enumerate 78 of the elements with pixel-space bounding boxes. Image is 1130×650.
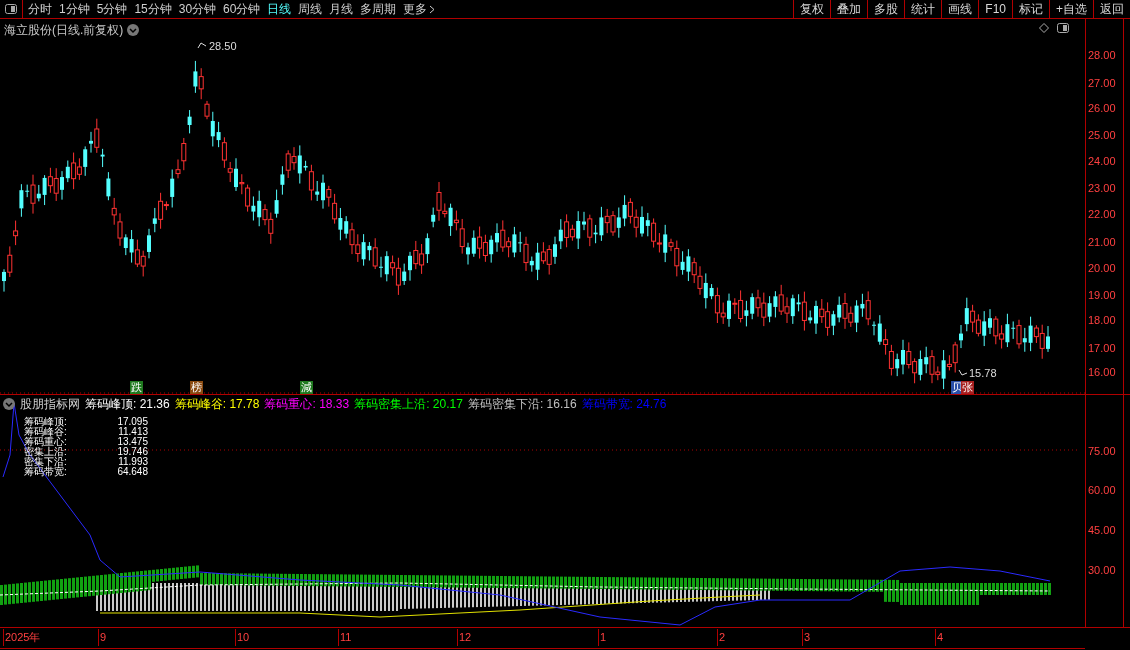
indicator-axis-label: 45.00 [1088,523,1116,538]
stat-value: 64.648 [116,467,148,477]
price-axis-label: 28.00 [1088,48,1116,63]
period-tab[interactable]: 月线 [329,0,354,18]
indicator-name: 股朋指标网 [20,397,80,411]
period-tab[interactable]: 15分钟 [134,0,172,18]
indicator-axis-label: 75.00 [1088,444,1116,459]
date-axis-label: 2025年 [3,629,41,646]
period-tab[interactable]: 30分钟 [178,0,217,18]
price-axis-label: 19.00 [1088,288,1116,303]
signal-marker: 张 [961,381,974,394]
date-axis-label: 1 [598,629,607,646]
date-axis-label: 2 [717,629,726,646]
stat-label: 密集下沿: [24,457,68,467]
toolbar-button[interactable]: 叠加 [830,0,868,18]
period-tab[interactable]: 60分钟 [223,0,261,18]
stat-label: 筹码重心: [24,437,68,447]
toolbar-button[interactable]: 复权 [793,0,831,18]
date-axis-label: 3 [802,629,811,646]
stat-value: 17.095 [116,417,148,427]
date-axis-label: 11 [338,629,352,646]
signal-marker: 跌 [130,381,143,394]
indicator-readout: 筹码峰谷: 17.78 [174,397,260,411]
stat-label: 筹码峰谷: [24,427,68,437]
indicator-axis-label: 30.00 [1088,563,1116,578]
price-axis-label: 23.00 [1088,181,1116,196]
price-axis-label: 25.00 [1088,128,1116,143]
date-axis-label: 12 [457,629,472,646]
diamond-icon[interactable] [1039,23,1049,33]
price-axis-label: 27.00 [1088,76,1116,91]
stat-value: 11.993 [117,457,148,467]
price-axis-label: 24.00 [1088,154,1116,169]
indicator-readout: 筹码重心: 18.33 [264,397,350,411]
price-axis-label: 20.00 [1088,261,1116,276]
date-axis-label: 4 [935,629,944,646]
period-tab[interactable]: 日线 [267,0,292,18]
toolbar-button[interactable]: +自选 [1049,0,1093,18]
toolbar-button[interactable]: 多股 [867,0,905,18]
toolbar-button[interactable]: 标记 [1012,0,1049,18]
period-tab[interactable]: 1分钟 [59,0,90,18]
low-price-label: 15.78 [969,367,997,379]
high-price-label: 28.50 [209,39,237,54]
toolbar-button[interactable]: F10 [978,0,1012,18]
toolbar-button[interactable]: 统计 [904,0,942,18]
price-axis-label: 18.00 [1088,313,1116,328]
stat-label: 筹码峰顶: [24,417,68,427]
period-tab[interactable]: 更多 [403,0,436,18]
price-axis-label: 26.00 [1088,101,1116,116]
chart-title: 海立股份(日线.前复权) [4,22,124,39]
date-axis-label: 9 [98,629,107,646]
indicator-readout: 筹码带宽: 24.76 [581,397,667,411]
indicator-readout: 筹码密集下沿: 16.16 [467,397,577,411]
period-tab[interactable]: 5分钟 [96,0,128,18]
stat-value: 11.413 [117,427,148,437]
indicator-readout: 筹码峰顶: 21.36 [85,397,170,411]
toolbar-button[interactable]: 返回 [1093,0,1130,18]
price-axis-label: 21.00 [1088,235,1116,250]
signal-marker: 減 [300,381,313,394]
price-axis-label: 22.00 [1088,207,1116,222]
signal-marker: 榜 [190,381,203,394]
period-tab[interactable]: 多周期 [360,0,397,18]
indicator-axis-label: 60.00 [1088,483,1116,498]
panel-toggle-icon[interactable] [1057,23,1069,33]
price-axis-label: 16.00 [1088,365,1116,380]
period-tab[interactable]: 分时 [28,0,52,18]
date-axis-label: 10 [235,629,250,646]
indicator-readout: 筹码密集上沿: 20.17 [354,397,463,411]
stat-value: 19.746 [116,447,148,457]
chevron-down-icon[interactable] [3,398,15,410]
panel-toggle-icon [5,4,17,14]
price-axis-label: 17.00 [1088,341,1116,356]
chevron-right-icon [429,4,436,14]
stat-label: 筹码带宽: [24,467,68,477]
stat-label: 密集上沿: [24,447,68,457]
toolbar-button[interactable]: 画线 [941,0,979,18]
chevron-down-icon[interactable] [127,24,140,36]
stat-value: 13.475 [116,437,148,447]
period-tab[interactable]: 周线 [298,0,323,18]
